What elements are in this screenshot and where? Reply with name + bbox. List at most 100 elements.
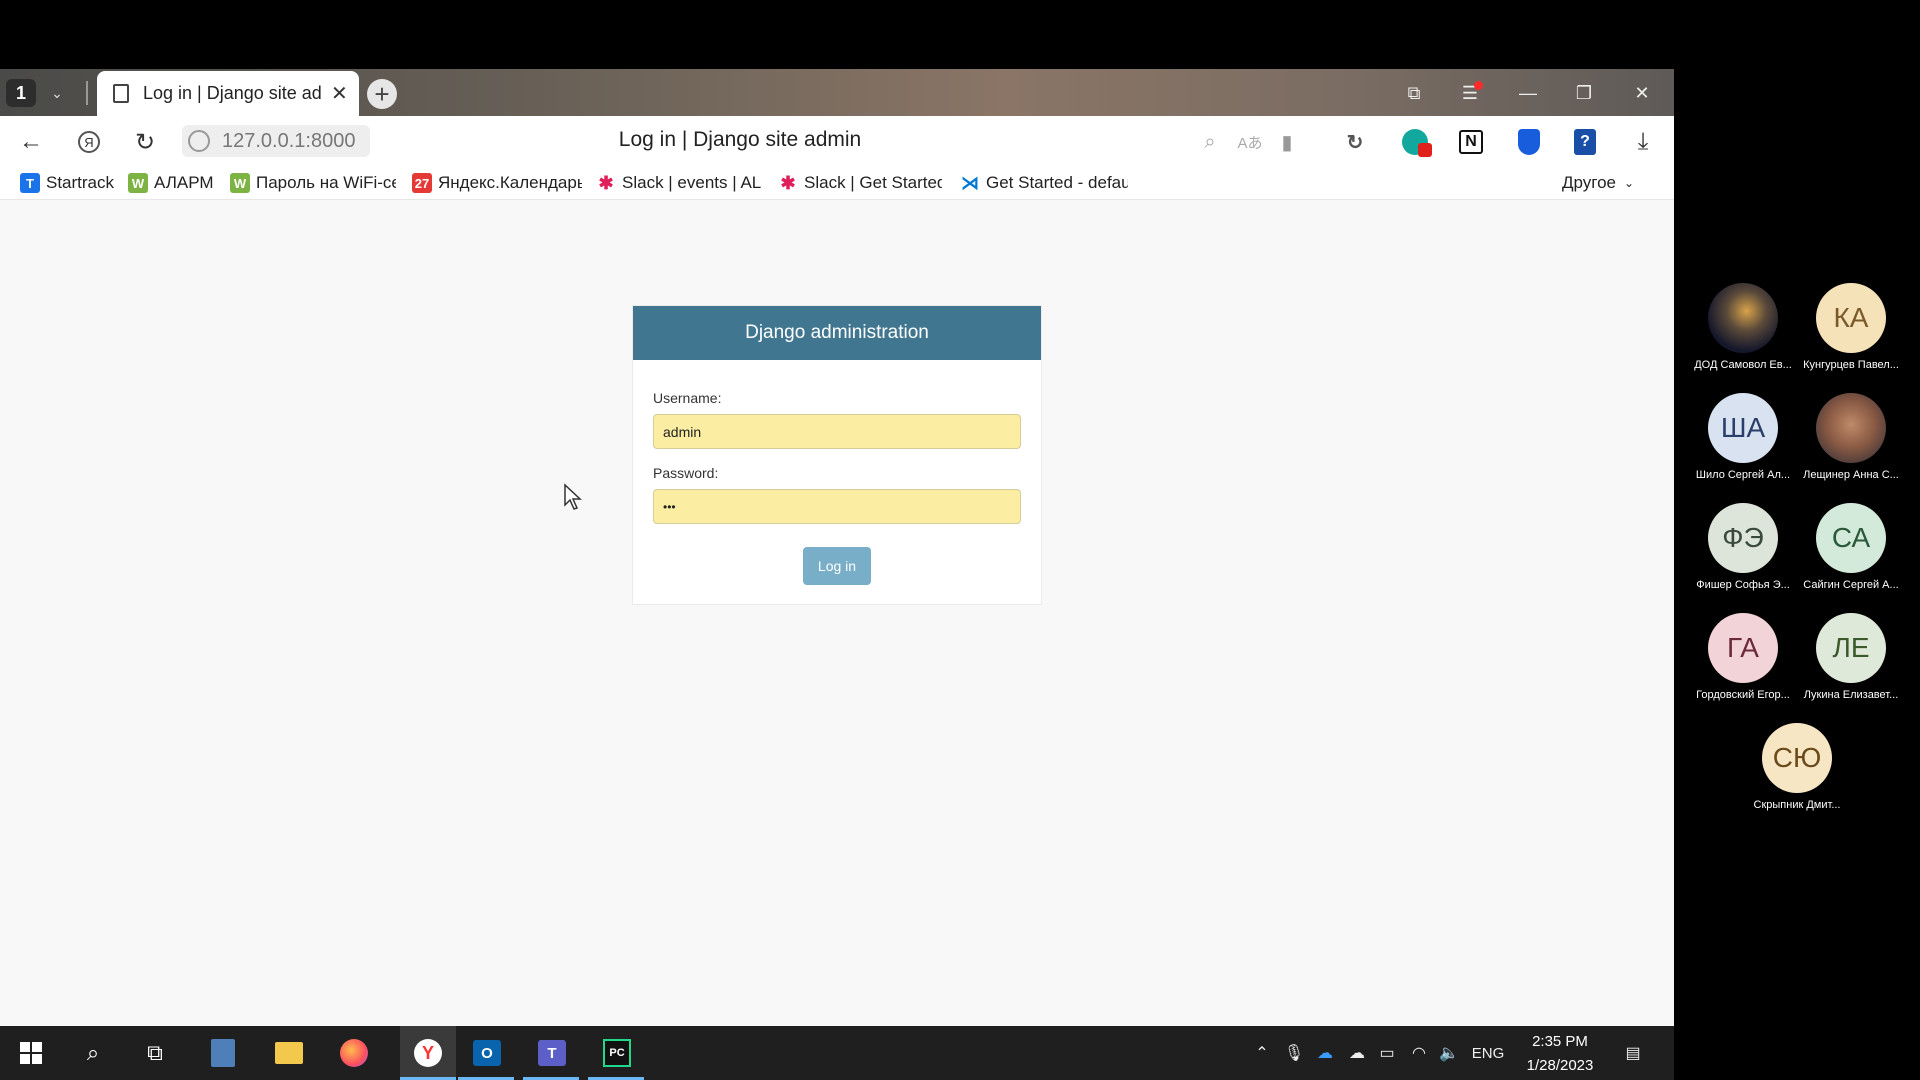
tab-active[interactable]: Log in | Django site adm ✕ [97,71,359,116]
help-extension-icon[interactable]: ? [1570,127,1600,157]
yandex-browser-icon[interactable]: Y [400,1026,456,1080]
participant-avatar: ША [1708,393,1778,463]
language-indicator[interactable]: ENG [1468,1040,1508,1066]
battery-icon[interactable]: ▭ [1374,1040,1400,1066]
teams-icon[interactable]: T [533,1034,571,1072]
chevron-down-icon[interactable]: ⌄ [44,79,70,107]
firefox-icon[interactable] [335,1034,373,1072]
outlook-icon[interactable]: O [468,1034,506,1072]
close-window-button[interactable]: ✕ [1622,77,1662,109]
yandex-icon[interactable]: Я [72,126,106,158]
screen: 1 ⌄ Log in | Django site adm ✕ + ⧉ ☰ — ❐… [0,0,1920,1080]
bookmark-label: АЛАРМ [154,173,214,192]
calendar-icon: 27 [412,173,432,193]
participant-photo [1708,283,1778,353]
bookmark-icon[interactable]: ▮ [1272,127,1302,157]
participant-photo [1816,393,1886,463]
tab-bar: 1 ⌄ Log in | Django site adm ✕ + ⧉ ☰ — ❐… [0,69,1674,116]
wifi-icon[interactable]: ◠ [1406,1040,1432,1066]
bookmark-item[interactable]: ⋊ Get Started - defau [960,171,1128,195]
onedrive-icon[interactable]: ☁ [1312,1040,1338,1066]
url-field[interactable]: 127.0.0.1:8000 [182,125,370,157]
bookmark-label: Slack | events | ALL [622,173,762,192]
reload-icon[interactable]: ↻ [128,126,162,158]
bookmark-item[interactable]: T Startrack [20,171,120,195]
bitwarden-icon[interactable] [1514,127,1544,157]
calculator-icon[interactable] [204,1034,242,1072]
bookmark-item[interactable]: ✱ Slack | Get Started [778,171,942,195]
site-info-icon[interactable] [188,130,210,152]
participant-name: Сайгин Сергей А... [1803,579,1899,591]
notifications-icon[interactable]: ▤ [1618,1040,1648,1066]
bookmark-label: Get Started - defau [986,173,1128,192]
other-bookmarks-button[interactable]: Другое ⌄ [1562,171,1652,195]
chevron-down-icon: ⌄ [1624,176,1635,190]
page-content: Django administration Username: admin Pa… [0,200,1674,957]
file-explorer-icon[interactable] [270,1034,308,1072]
vscode-icon: ⋊ [960,172,980,193]
participant-name: Кунгурцев Павел... [1803,359,1899,371]
participant-tile[interactable]: ФЭ Фишер Софья Э... [1688,503,1798,591]
login-form: Django administration Username: admin Pa… [632,305,1042,605]
search-icon[interactable]: ⌕ [74,1034,112,1072]
minimize-button[interactable]: — [1508,77,1548,109]
bookmark-item[interactable]: W Пароль на WiFi-се [230,171,396,195]
notification-dot [1474,81,1483,90]
pycharm-icon[interactable]: PC [598,1034,636,1072]
task-view-icon[interactable]: ⧉ [136,1034,174,1072]
cloud-icon[interactable]: ☁ [1344,1040,1370,1066]
participant-avatar: ЛЕ [1816,613,1886,683]
bookmark-item[interactable]: W АЛАРМ [128,171,220,195]
new-tab-button[interactable]: + [367,79,397,109]
translate-icon[interactable]: Aあ [1235,127,1265,157]
notion-icon[interactable]: N [1456,127,1486,157]
login-button[interactable]: Log in [803,547,871,585]
participant-tile[interactable]: ДОД Самовол Ев... [1688,283,1798,371]
username-field[interactable]: admin [653,414,1021,449]
participant-tile[interactable]: ША Шило Сергей Ал... [1688,393,1798,481]
bookmark-item[interactable]: 27 Яндекс.Календарь [412,171,582,195]
chevron-up-icon[interactable]: ⌃ [1252,1040,1272,1066]
password-label: Password: [653,465,719,481]
clock-date: 1/28/2023 [1526,1057,1594,1074]
browser-window: 1 ⌄ Log in | Django site adm ✕ + ⧉ ☰ — ❐… [0,69,1674,1080]
bookmark-item[interactable]: ✱ Slack | events | ALL [596,171,762,195]
participant-name: Гордовский Егор... [1696,689,1790,701]
slack-icon: ✱ [596,173,616,193]
bookmark-label: Slack | Get Started [804,173,942,192]
username-label: Username: [653,390,722,406]
collections-icon[interactable]: ⧉ [1394,77,1434,109]
refresh-extension-icon[interactable]: ↻ [1340,127,1370,157]
participant-avatar: ГА [1708,613,1778,683]
url-text: 127.0.0.1:8000 [222,129,356,152]
menu-icon[interactable]: ☰ [1450,77,1490,109]
close-tab-icon[interactable]: ✕ [331,81,348,106]
slack-icon: ✱ [778,173,798,193]
volume-icon[interactable]: 🔈 [1436,1040,1462,1066]
password-field[interactable]: ••• [653,489,1021,524]
participant-tile[interactable]: ЛЕ Лукина Елизавет... [1796,613,1906,701]
participant-tile[interactable]: СЮ Скрыпник Дмит... [1742,723,1852,811]
microphone-icon[interactable]: 🎙 [1284,1040,1304,1066]
bookmarks-bar: T Startrack W АЛАРМ W Пароль на WiFi-се 27 Я… [0,166,1674,200]
search-page-icon[interactable]: ⌕ [1195,127,1225,157]
tab-counter[interactable]: 1 [6,79,36,107]
back-icon[interactable]: ← [14,126,48,158]
participant-tile[interactable]: Лещинер Анна С... [1796,393,1906,481]
clock[interactable]: 2:35 PM 1/28/2023 [1510,1030,1610,1078]
windows-start-icon[interactable] [12,1034,50,1072]
participant-avatar: СЮ [1762,723,1832,793]
participant-name: ДОД Самовол Ев... [1694,359,1792,371]
restore-button[interactable]: ❐ [1564,77,1604,109]
participant-name: Лукина Елизавет... [1803,689,1899,701]
extension-icon[interactable] [1400,127,1432,157]
participant-name: Лещинер Анна С... [1803,469,1899,481]
participant-tile[interactable]: ГА Гордовский Егор... [1688,613,1798,701]
participant-tile[interactable]: КА Кунгурцев Павел... [1796,283,1906,371]
bookmark-label: Яндекс.Календарь [438,173,582,192]
participant-tile[interactable]: СА Сайгин Сергей А... [1796,503,1906,591]
address-bar: ← Я ↻ 127.0.0.1:8000 Log in | Django sit… [0,116,1674,166]
bookmark-label: Пароль на WiFi-се [256,173,396,192]
download-icon[interactable]: ⤓ [1628,127,1658,157]
document-icon [113,84,129,103]
